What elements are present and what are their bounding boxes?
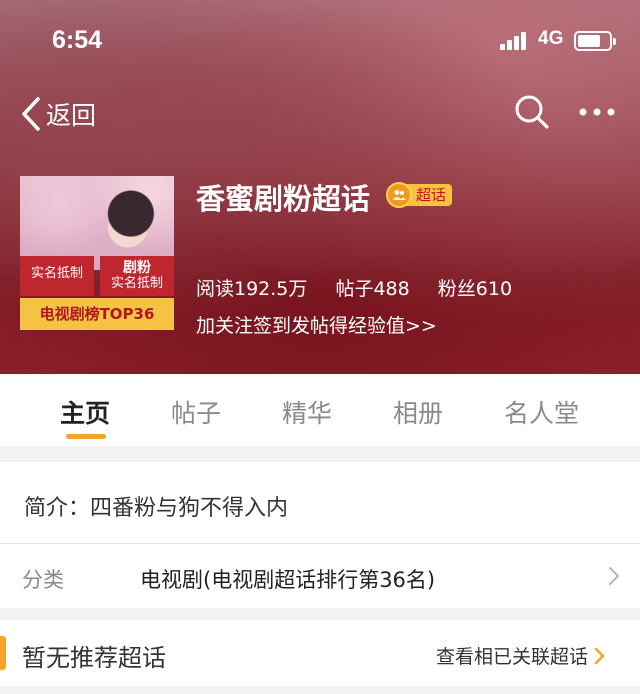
chevron-right-icon xyxy=(594,647,605,664)
super-topic-label: 超话 xyxy=(406,184,453,206)
topic-stats: 阅读192.5万 帖子488 粉丝610 xyxy=(196,274,534,301)
back-label: 返回 xyxy=(46,101,97,130)
recommend-row: 暂无推荐超话 查看相已关联超话 xyxy=(0,620,640,686)
search-icon[interactable] xyxy=(514,94,550,130)
category-value: 电视剧(电视剧超话排行第36名) xyxy=(140,568,436,592)
tab-hall-of-fame[interactable]: 名人堂 xyxy=(504,394,579,430)
category-label: 分类 xyxy=(22,568,64,592)
chevron-right-icon xyxy=(609,567,619,585)
battery-icon xyxy=(574,31,616,51)
category-row[interactable]: 分类 电视剧(电视剧超话排行第36名) xyxy=(0,544,640,608)
tab-featured[interactable]: 精华 xyxy=(282,394,332,430)
recommend-title: 暂无推荐超话 xyxy=(22,644,166,672)
intro-text: 简介：四番粉与狗不得入内 xyxy=(24,496,289,521)
related-topics-link[interactable]: 查看相已关联超话 xyxy=(436,642,606,669)
fans-count: 粉丝610 xyxy=(437,278,513,300)
tab-album[interactable]: 相册 xyxy=(393,394,443,430)
super-topic-badge: 超话 xyxy=(386,182,453,208)
signal-icon xyxy=(500,32,532,50)
topic-cover-image[interactable]: 实名抵制 剧粉 实名抵制 电视剧榜TOP36 xyxy=(20,176,174,330)
tab-bar: 主页 帖子 精华 相册 名人堂 xyxy=(0,374,640,446)
network-label: 4G xyxy=(538,28,564,49)
follow-hint-link[interactable]: 加关注签到发帖得经验值>> xyxy=(196,311,437,338)
related-topics-label: 查看相已关联超话 xyxy=(436,646,589,668)
rank-strip: 电视剧榜TOP36 xyxy=(20,298,174,330)
topic-title: 香蜜剧粉超话 xyxy=(196,182,371,216)
active-tab-indicator xyxy=(66,434,106,439)
cover-tag-left: 实名抵制 xyxy=(20,256,94,296)
tab-home[interactable]: 主页 xyxy=(60,394,110,430)
cover-tag-right-title: 剧粉 xyxy=(123,260,151,276)
reads-count: 阅读192.5万 xyxy=(196,278,308,300)
status-bar: 6:54 4G xyxy=(0,22,640,58)
cover-tag-right-sub: 实名抵制 xyxy=(110,276,163,291)
posts-count: 帖子488 xyxy=(335,278,410,300)
status-time: 6:54 xyxy=(52,26,103,54)
people-icon xyxy=(386,182,412,208)
back-button[interactable]: 返回 xyxy=(20,94,96,134)
cover-tag-right: 剧粉 实名抵制 xyxy=(100,256,174,296)
topic-header: 6:54 4G 返回 实名抵制 剧粉 实名抵制 电视剧榜TOP36 香蜜剧粉超话… xyxy=(0,0,640,374)
intro-row: 简介：四番粉与狗不得入内 xyxy=(0,462,640,544)
section-accent-bar xyxy=(0,636,6,670)
tab-posts[interactable]: 帖子 xyxy=(171,394,221,430)
more-icon[interactable] xyxy=(578,100,616,124)
chevron-left-icon xyxy=(22,97,40,131)
